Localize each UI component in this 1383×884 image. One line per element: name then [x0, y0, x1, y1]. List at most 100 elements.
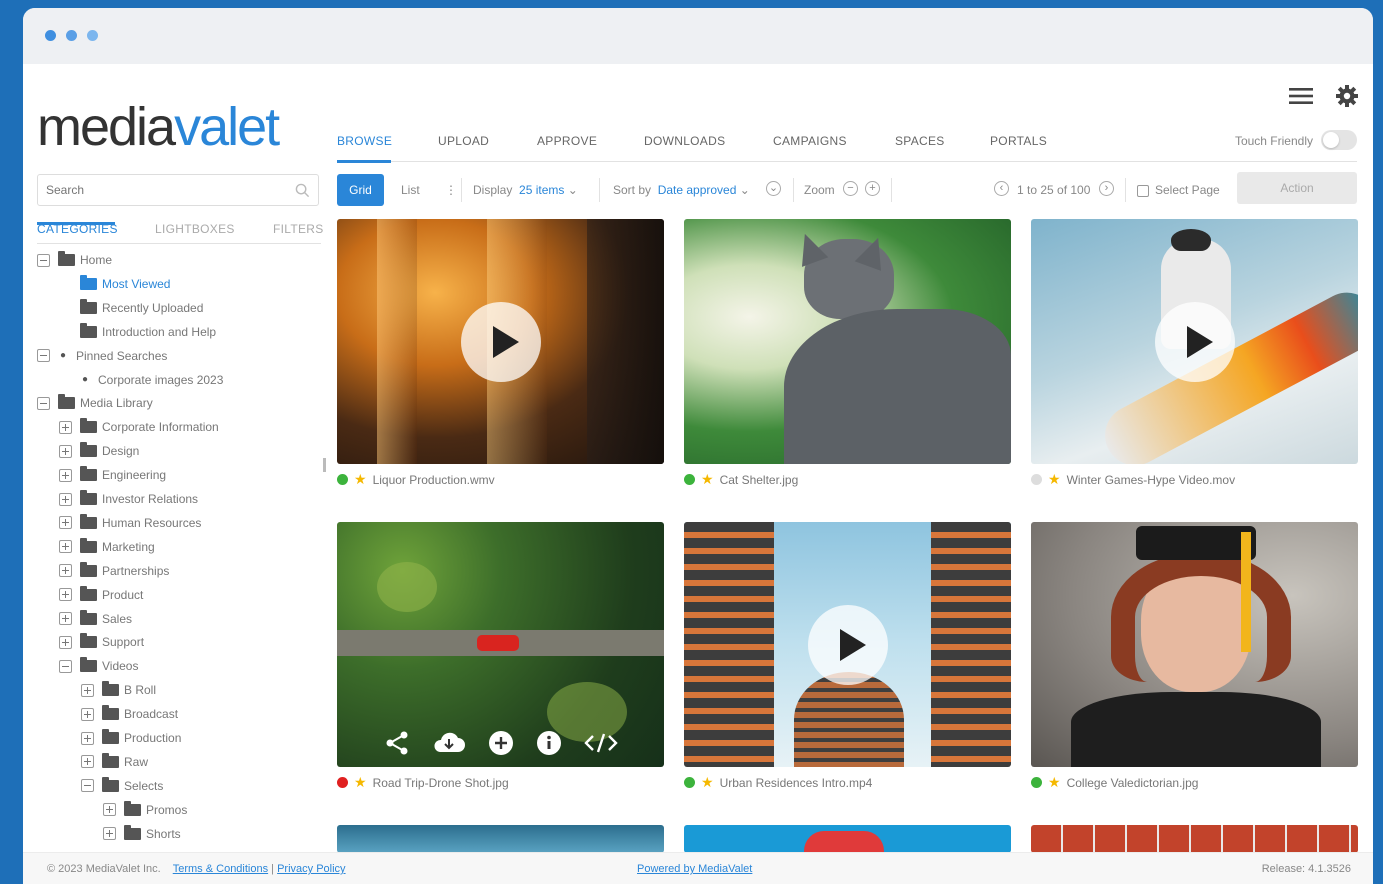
- add-icon[interactable]: [488, 730, 514, 761]
- tree-node[interactable]: Media Library: [37, 393, 153, 413]
- asset-name[interactable]: Liquor Production.wmv: [373, 473, 495, 487]
- tree-node[interactable]: Recently Uploaded: [80, 298, 203, 318]
- select-page-checkbox[interactable]: [1137, 184, 1149, 197]
- tree-node[interactable]: B Roll: [81, 680, 156, 700]
- asset-card[interactable]: ★ Urban Residences Intro.mp4: [684, 522, 1011, 790]
- tab-downloads[interactable]: DOWNLOADS: [644, 134, 725, 148]
- tree-node[interactable]: Support: [59, 632, 144, 652]
- select-page-control[interactable]: Select Page: [1137, 183, 1220, 197]
- prev-page-icon[interactable]: ‹: [994, 181, 1009, 197]
- tree-node[interactable]: Product: [59, 585, 143, 605]
- sort-selector[interactable]: Sort by Date approved ⌄: [613, 183, 750, 197]
- star-icon[interactable]: ★: [701, 471, 714, 488]
- tree-node[interactable]: Engineering: [59, 465, 166, 485]
- expand-icon[interactable]: [59, 516, 72, 530]
- asset-name[interactable]: Cat Shelter.jpg: [720, 473, 799, 487]
- tab-approve[interactable]: APPROVE: [537, 134, 597, 148]
- share-icon[interactable]: [384, 730, 410, 761]
- play-icon[interactable]: [807, 604, 888, 685]
- asset-thumbnail-partial[interactable]: [1031, 825, 1358, 853]
- asset-thumbnail[interactable]: [1031, 219, 1358, 464]
- window-dot-maximize[interactable]: [87, 30, 98, 41]
- more-options-icon[interactable]: ⋮: [445, 183, 457, 197]
- tab-portals[interactable]: PORTALS: [990, 134, 1047, 148]
- tree-node[interactable]: ● Corporate images 2023: [80, 370, 223, 390]
- expand-icon[interactable]: [59, 564, 72, 578]
- search-icon[interactable]: [295, 183, 310, 203]
- collapse-icon[interactable]: [81, 779, 94, 793]
- tab-lightboxes[interactable]: LIGHTBOXES: [155, 222, 235, 236]
- asset-thumbnail[interactable]: [337, 522, 664, 767]
- play-icon[interactable]: [460, 301, 541, 382]
- tree-node[interactable]: Production: [81, 728, 181, 748]
- tree-node[interactable]: Raw: [81, 752, 148, 772]
- sidebar-scrollbar[interactable]: [323, 458, 326, 472]
- window-dot-minimize[interactable]: [66, 30, 77, 41]
- star-icon[interactable]: ★: [354, 774, 367, 791]
- asset-card[interactable]: ★ Cat Shelter.jpg: [684, 219, 1011, 487]
- tree-node[interactable]: Human Resources: [59, 513, 201, 533]
- asset-thumbnail[interactable]: [684, 219, 1011, 464]
- collapse-icon[interactable]: [37, 396, 50, 410]
- tab-spaces[interactable]: SPACES: [895, 134, 945, 148]
- expand-icon[interactable]: [59, 635, 72, 649]
- search-input[interactable]: [38, 175, 278, 205]
- collapse-icon[interactable]: [59, 659, 72, 673]
- asset-thumbnail[interactable]: [1031, 522, 1358, 767]
- grid-view-button[interactable]: Grid: [337, 174, 384, 206]
- tree-node[interactable]: Introduction and Help: [80, 322, 216, 342]
- tree-node[interactable]: Broadcast: [81, 704, 178, 724]
- expand-icon[interactable]: [59, 540, 72, 554]
- download-icon[interactable]: [432, 730, 466, 761]
- asset-thumbnail[interactable]: [684, 522, 1011, 767]
- tab-browse[interactable]: BROWSE: [337, 134, 392, 148]
- asset-thumbnail-partial[interactable]: [337, 825, 664, 853]
- tree-node[interactable]: Selects: [81, 776, 163, 796]
- touch-friendly-toggle[interactable]: [1321, 130, 1357, 150]
- asset-thumbnail-partial[interactable]: [684, 825, 1011, 853]
- tab-campaigns[interactable]: CAMPAIGNS: [773, 134, 847, 148]
- collapse-icon[interactable]: [37, 253, 50, 267]
- star-icon[interactable]: ★: [1048, 774, 1061, 791]
- expand-icon[interactable]: [103, 803, 116, 817]
- expand-icon[interactable]: [81, 755, 94, 769]
- asset-card[interactable]: ★ College Valedictorian.jpg: [1031, 522, 1358, 790]
- tree-node[interactable]: Videos: [59, 656, 138, 676]
- tree-node[interactable]: Marketing: [59, 537, 155, 557]
- asset-thumbnail[interactable]: [337, 219, 664, 464]
- tree-node[interactable]: Sales: [59, 609, 132, 629]
- tree-node[interactable]: ● Pinned Searches: [37, 346, 167, 366]
- asset-name[interactable]: Urban Residences Intro.mp4: [720, 776, 873, 790]
- star-icon[interactable]: ★: [354, 471, 367, 488]
- play-icon[interactable]: [1154, 301, 1235, 382]
- asset-name[interactable]: Road Trip-Drone Shot.jpg: [373, 776, 509, 790]
- expand-icon[interactable]: [59, 420, 72, 434]
- expand-icon[interactable]: [103, 827, 116, 841]
- sort-direction-icon[interactable]: ⌄: [766, 181, 781, 197]
- window-dot-close[interactable]: [45, 30, 56, 41]
- expand-icon[interactable]: [81, 731, 94, 745]
- asset-card[interactable]: ★ Winter Games-Hype Video.mov: [1031, 219, 1358, 487]
- gear-icon[interactable]: [1335, 84, 1359, 113]
- zoom-out-icon[interactable]: −: [843, 181, 858, 197]
- expand-icon[interactable]: [81, 707, 94, 721]
- tree-node[interactable]: Corporate Information: [59, 417, 219, 437]
- hamburger-menu-icon[interactable]: [1289, 86, 1313, 111]
- tree-node[interactable]: Promos: [103, 800, 187, 820]
- asset-name[interactable]: Winter Games-Hype Video.mov: [1067, 473, 1236, 487]
- mediavalet-logo[interactable]: mediavalet: [37, 96, 280, 158]
- expand-icon[interactable]: [59, 444, 72, 458]
- zoom-in-icon[interactable]: +: [865, 181, 880, 197]
- expand-icon[interactable]: [59, 492, 72, 506]
- star-icon[interactable]: ★: [1048, 471, 1061, 488]
- terms-link[interactable]: Terms & Conditions: [173, 863, 268, 875]
- asset-card[interactable]: ★ Road Trip-Drone Shot.jpg: [337, 522, 664, 790]
- tab-filters[interactable]: FILTERS: [273, 222, 324, 236]
- expand-icon[interactable]: [59, 468, 72, 482]
- tree-node[interactable]: Home: [37, 250, 112, 270]
- tree-node[interactable]: Most Viewed: [80, 274, 170, 294]
- tree-node[interactable]: Design: [59, 441, 139, 461]
- next-page-icon[interactable]: ›: [1099, 181, 1114, 197]
- tree-node[interactable]: Shorts: [103, 824, 181, 844]
- tree-node[interactable]: Partnerships: [59, 561, 169, 581]
